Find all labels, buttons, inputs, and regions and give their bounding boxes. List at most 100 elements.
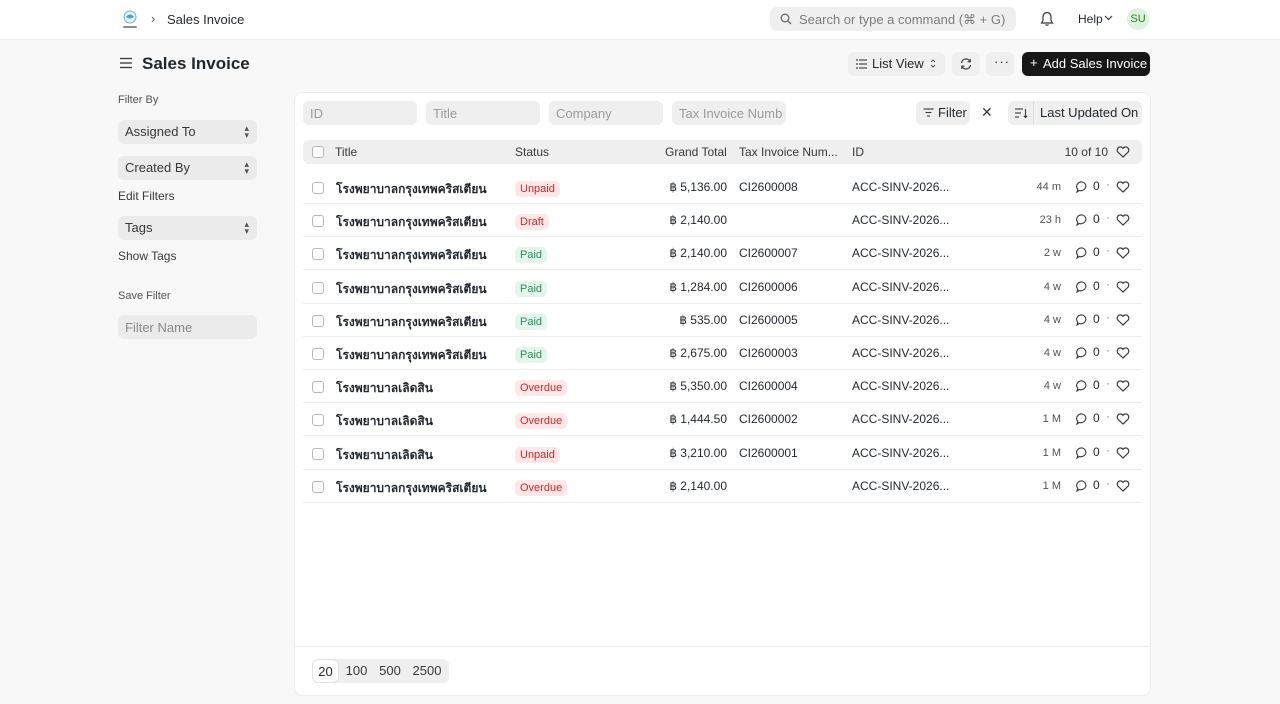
sort-by-button[interactable]: Last Updated On [1034,101,1142,125]
clear-filters-button[interactable]: ✕ [974,101,998,125]
heart-icon[interactable] [1116,181,1130,193]
heart-icon[interactable] [1116,280,1130,293]
row-checkbox[interactable] [312,281,324,294]
comment-icon[interactable] [1076,314,1089,326]
comment-icon[interactable] [1076,447,1089,459]
row-title[interactable]: โรงพยาบาลกรุงเทพคริสเตียน [336,246,487,265]
column-id[interactable]: ID [852,145,864,159]
heart-icon[interactable] [1116,347,1130,359]
heart-icon[interactable] [1116,446,1130,459]
comment-icon[interactable] [1076,181,1089,193]
page-size-500[interactable]: 500 [373,659,407,683]
add-sales-invoice-button[interactable]: + Add Sales Invoice [1022,52,1150,76]
row-modified-time: 1 M [1042,413,1061,426]
sort-by-label: Last Updated On [1040,105,1139,120]
breadcrumb-sales-invoice[interactable]: Sales Invoice [167,12,244,27]
assigned-to-select[interactable]: Assigned To ▴ ▾ [118,120,257,144]
filter-name-input[interactable] [118,315,257,339]
row-title[interactable]: โรงพยาบาลเลิดสิน [336,412,433,431]
comment-icon[interactable] [1076,413,1089,426]
edit-filters-link[interactable]: Edit Filters [118,189,175,203]
column-grand-total[interactable]: Grand Total [665,145,727,159]
heart-icon[interactable] [1116,413,1130,426]
column-title[interactable]: Title [335,145,357,159]
table-row[interactable]: โรงพยาบาลกรุงเทพคริสเตียน Paid ฿ 1,284.00 C… [303,271,1142,304]
row-checkbox[interactable] [312,248,324,261]
show-tags-link[interactable]: Show Tags [118,249,176,263]
heart-icon[interactable] [1116,480,1130,492]
help-menu[interactable]: Help [1078,12,1103,26]
user-avatar[interactable]: SU [1127,8,1149,30]
comment-icon[interactable] [1076,380,1089,393]
table-row[interactable]: โรงพยาบาลเลิดสิน Unpaid ฿ 3,210.00 CI260000… [303,437,1142,470]
row-title[interactable]: โรงพยาบาลกรุงเทพคริสเตียน [336,479,487,498]
page-size-20[interactable]: 20 [312,659,339,683]
row-tax-invoice: CI2600005 [739,312,798,327]
row-checkbox[interactable] [312,314,324,327]
row-id: ACC-SINV-2026... [852,180,950,194]
id-filter-input[interactable] [303,101,417,125]
heart-icon[interactable] [1116,146,1130,158]
sort-direction-button[interactable] [1008,101,1034,125]
column-status[interactable]: Status [515,145,549,159]
plus-icon: + [1030,55,1038,70]
page-size-100[interactable]: 100 [340,659,373,683]
row-id: ACC-SINV-2026... [852,312,950,327]
table-row[interactable]: โรงพยาบาลกรุงเทพคริสเตียน Unpaid ฿ 5,136.0… [303,171,1142,204]
more-icon: ··· [994,54,1010,69]
status-badge: Overdue [515,380,568,397]
comment-count: 0 [1093,477,1100,492]
page-size-2500[interactable]: 2500 [407,659,447,683]
heart-icon[interactable] [1116,314,1130,326]
refresh-button[interactable] [952,52,980,76]
heart-icon[interactable] [1116,214,1130,227]
title-filter-input[interactable] [426,101,540,125]
tax-invoice-filter-input[interactable] [672,101,786,125]
table-row[interactable]: โรงพยาบาลเลิดสิน Overdue ฿ 5,350.00 CI26000… [303,370,1142,404]
row-checkbox[interactable] [312,215,324,228]
select-all-checkbox[interactable] [312,146,324,158]
row-checkbox[interactable] [312,182,324,194]
comment-icon[interactable] [1076,480,1089,492]
sidebar-toggle-icon[interactable] [119,57,133,69]
tags-label: Tags [125,220,153,235]
comment-icon[interactable] [1076,347,1089,359]
heart-icon[interactable] [1116,380,1130,393]
search-bar[interactable]: Search or type a command (⌘ + G) [770,7,1016,31]
row-title[interactable]: โรงพยาบาลกรุงเทพคริสเตียน [336,213,487,232]
comment-icon[interactable] [1076,214,1089,227]
list-view-selector[interactable]: List View [848,52,945,76]
filter-button[interactable]: Filter [916,101,970,125]
row-checkbox[interactable] [312,381,324,394]
table-row[interactable]: โรงพยาบาลเลิดสิน Overdue ฿ 1,444.50 CI26000… [303,403,1142,437]
row-checkbox[interactable] [312,414,324,427]
heart-icon[interactable] [1116,247,1130,260]
app-logo[interactable] [118,8,142,32]
table-row[interactable]: โรงพยาบาลกรุงเทพคริสเตียน Paid ฿ 2,140.00 C… [303,237,1142,271]
row-id: ACC-SINV-2026... [852,213,950,228]
row-title[interactable]: โรงพยาบาลกรุงเทพคริสเตียน [336,280,487,299]
row-checkbox[interactable] [312,480,324,493]
row-title[interactable]: โรงพยาบาลกรุงเทพคริสเตียน [336,180,487,199]
column-tax-invoice[interactable]: Tax Invoice Num... [739,145,838,159]
more-actions-button[interactable]: ··· [986,52,1014,76]
row-checkbox[interactable] [312,348,324,360]
row-title[interactable]: โรงพยาบาลเลิดสิน [336,379,433,398]
table-row[interactable]: โรงพยาบาลกรุงเทพคริสเตียน Draft ฿ 2,140.00… [303,204,1142,238]
table-row[interactable]: โรงพยาบาลกรุงเทพคริสเตียน Overdue ฿ 2,140.… [303,470,1142,503]
select-arrows-icon [930,59,936,68]
row-title[interactable]: โรงพยาบาลกรุงเทพคริสเตียน [336,313,487,332]
company-filter-input[interactable] [549,101,663,125]
navbar: › Sales Invoice Search or type a command… [0,0,1280,40]
tags-select[interactable]: Tags ▴ ▾ [118,216,257,240]
row-checkbox[interactable] [312,447,324,460]
notification-bell-icon[interactable] [1040,11,1054,27]
row-title[interactable]: โรงพยาบาลเลิดสิน [336,446,433,465]
status-badge: Paid [515,247,548,264]
created-by-select[interactable]: Created By ▴ ▾ [118,156,257,180]
comment-icon[interactable] [1076,281,1089,293]
row-title[interactable]: โรงพยาบาลกรุงเทพคริสเตียน [336,346,487,365]
table-row[interactable]: โรงพยาบาลกรุงเทพคริสเตียน Paid ฿ 2,675.00 C… [303,337,1142,370]
comment-icon[interactable] [1076,247,1089,260]
table-row[interactable]: โรงพยาบาลกรุงเทพคริสเตียน Paid ฿ 535.00 CI2… [303,304,1142,337]
